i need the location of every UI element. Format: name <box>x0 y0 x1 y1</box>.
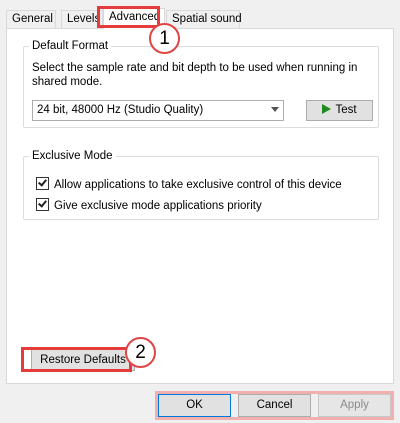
format-select[interactable]: 24 bit, 48000 Hz (Studio Quality) <box>32 100 284 121</box>
allow-exclusive-control-label: Allow applications to take exclusive con… <box>54 179 342 191</box>
tab-strip: General Levels Advanced Spatial sound <box>6 8 396 29</box>
allow-exclusive-control-option[interactable]: Allow applications to take exclusive con… <box>36 177 342 193</box>
sound-properties-dialog: General Levels Advanced Spatial sound 1 … <box>0 0 400 423</box>
test-button[interactable]: Test <box>306 100 373 121</box>
ok-button[interactable]: OK <box>158 394 231 417</box>
exclusive-mode-title: Exclusive Mode <box>29 149 116 163</box>
allow-exclusive-control-checkbox[interactable] <box>36 177 49 190</box>
chevron-down-icon <box>271 107 279 112</box>
callout-1: 1 <box>149 23 180 54</box>
format-select-value: 24 bit, 48000 Hz (Studio Quality) <box>37 104 204 116</box>
tab-general[interactable]: General <box>6 10 56 28</box>
tab-levels[interactable]: Levels <box>61 10 103 28</box>
callout-2: 2 <box>125 337 156 368</box>
advanced-tab-panel: Default Format Select the sample rate an… <box>6 28 394 384</box>
cancel-button[interactable]: Cancel <box>238 394 311 417</box>
restore-defaults-button[interactable]: Restore Defaults <box>31 349 135 371</box>
tab-spatial-sound[interactable]: Spatial sound <box>166 10 242 28</box>
checkmark-icon <box>38 198 47 208</box>
exclusive-priority-checkbox[interactable] <box>36 198 49 211</box>
play-icon <box>322 104 332 114</box>
default-format-group: Default Format Select the sample rate an… <box>23 39 379 128</box>
exclusive-priority-label: Give exclusive mode applications priorit… <box>54 200 262 212</box>
test-button-label: Test <box>335 104 357 116</box>
checkmark-icon <box>38 177 47 187</box>
exclusive-mode-group: Exclusive Mode Allow applications to tak… <box>23 149 379 220</box>
default-format-description: Select the sample rate and bit depth to … <box>32 62 358 88</box>
exclusive-priority-option[interactable]: Give exclusive mode applications priorit… <box>36 198 262 214</box>
default-format-title: Default Format <box>29 39 112 53</box>
apply-button[interactable]: Apply <box>318 394 391 417</box>
